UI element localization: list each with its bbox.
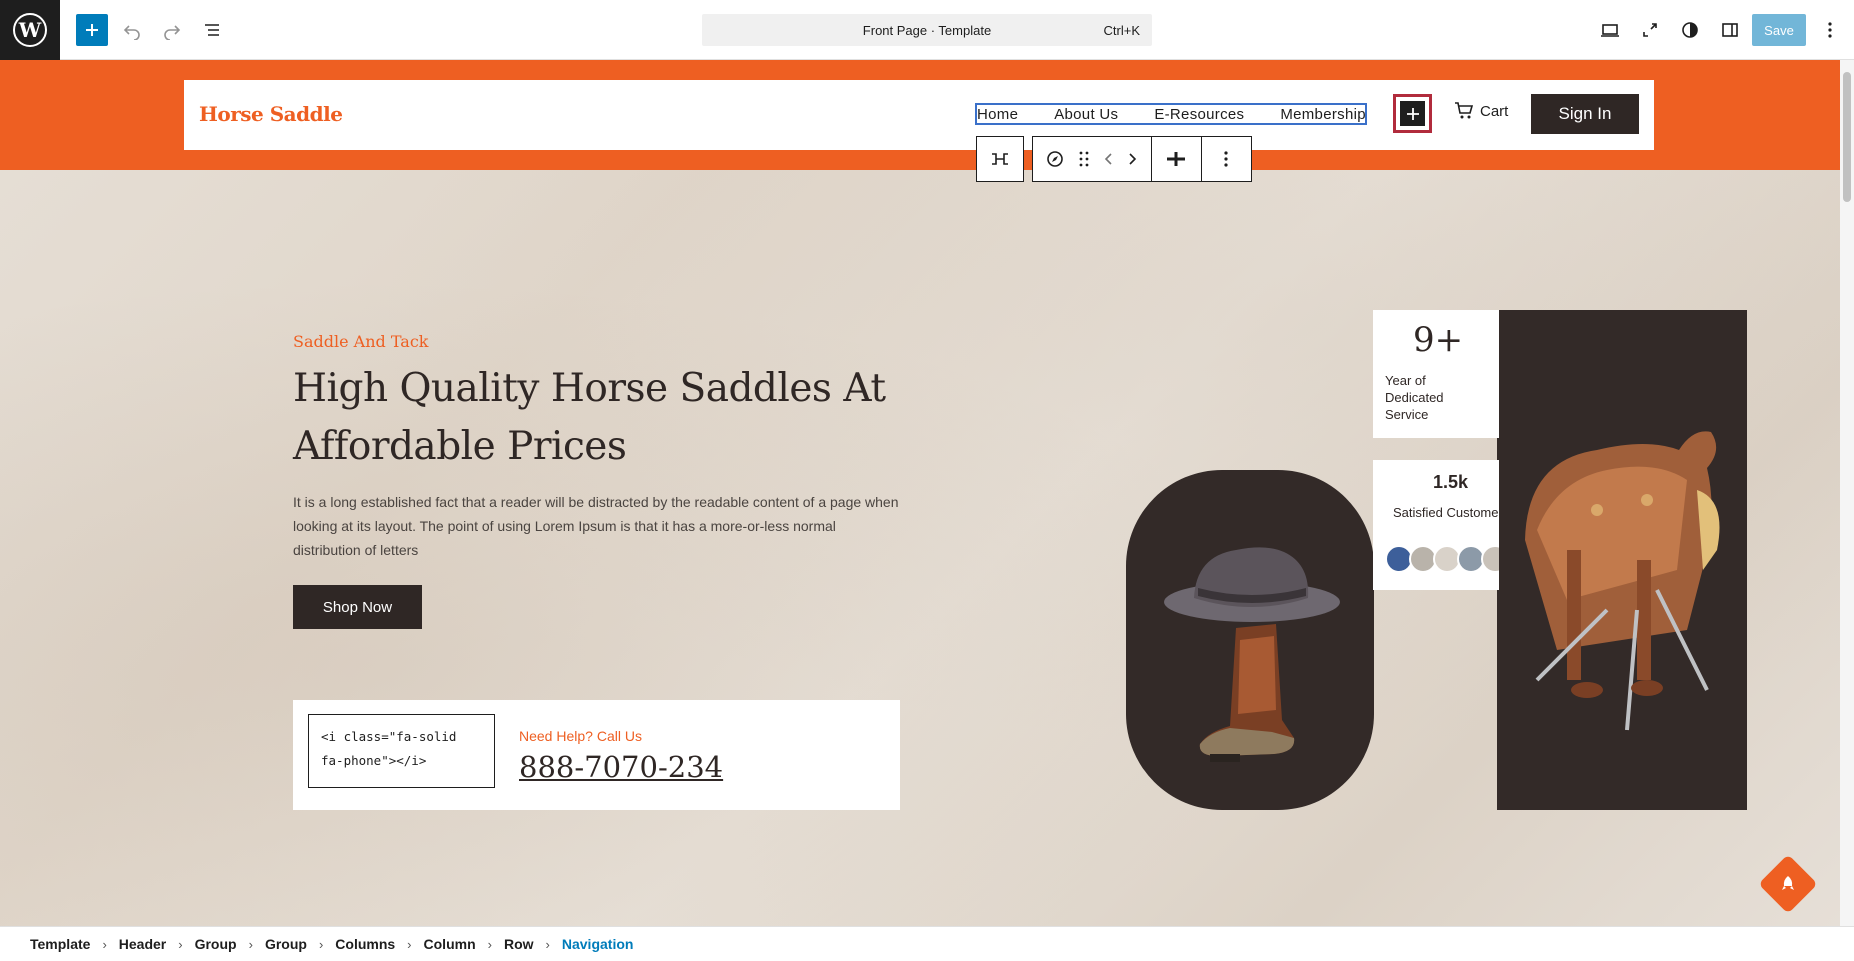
hat-boot-image[interactable] <box>1126 470 1374 810</box>
chevron-right-icon: › <box>178 936 183 952</box>
breadcrumb-group[interactable]: Group <box>195 936 237 952</box>
breadcrumb-columns[interactable]: Columns <box>335 936 395 952</box>
customers-stat-card[interactable]: 1.5k Satisfied Customers <box>1373 460 1499 590</box>
help-card[interactable]: <i class="fa-solid fa-phone"></i> Need H… <box>293 700 900 810</box>
breadcrumb-header[interactable]: Header <box>119 936 166 952</box>
sidebar-icon <box>1722 23 1738 37</box>
help-label[interactable]: Need Help? Call Us <box>519 728 642 744</box>
block-parent-toolbar[interactable] <box>976 136 1024 182</box>
plus-icon <box>1400 101 1425 126</box>
years-label[interactable]: Year of Dedicated Service <box>1385 372 1475 423</box>
nav-item-e-resources[interactable]: E-Resources <box>1154 106 1244 123</box>
block-breadcrumb: Template › Header › Group › Group › Colu… <box>0 926 1854 961</box>
fullscreen-button[interactable] <box>1634 14 1666 46</box>
canvas-scrollbar[interactable] <box>1840 60 1854 926</box>
chevron-right-icon: › <box>318 936 324 952</box>
list-view-icon <box>205 24 219 36</box>
options-menu-button[interactable] <box>1814 14 1846 46</box>
nav-item-about[interactable]: About Us <box>1054 106 1118 123</box>
sign-in-button[interactable]: Sign In <box>1531 94 1639 134</box>
cowboy-hat-boot-illustration <box>1164 547 1340 762</box>
saddle-illustration <box>1525 431 1720 731</box>
breadcrumb-column[interactable]: Column <box>424 936 476 952</box>
command-palette-bar[interactable]: Front Page · Template Ctrl+K <box>702 14 1152 46</box>
chevron-right-icon: › <box>102 936 107 952</box>
redo-button[interactable] <box>156 14 188 46</box>
cart-label: Cart <box>1480 102 1509 120</box>
breadcrumb-template[interactable]: Template <box>30 936 90 952</box>
navigation-block-icon <box>992 153 1008 165</box>
save-button[interactable]: Save <box>1752 14 1806 46</box>
undo-icon <box>123 25 140 40</box>
fullscreen-icon <box>1643 23 1657 37</box>
editor-canvas[interactable]: Horse Saddle Home About Us E-Resources M… <box>0 60 1840 926</box>
compass-icon[interactable] <box>1046 150 1064 168</box>
shop-now-button[interactable]: Shop Now <box>293 585 422 629</box>
years-value[interactable]: 9+ <box>1413 320 1463 360</box>
block-mover[interactable] <box>1033 137 1152 181</box>
contrast-icon <box>1682 22 1698 38</box>
years-stat-card[interactable]: 9+ Year of Dedicated Service <box>1373 310 1499 438</box>
hero-description[interactable]: It is a long established fact that a rea… <box>293 490 903 562</box>
select-parent-button[interactable] <box>977 137 1023 181</box>
avatar <box>1481 545 1499 573</box>
scroll-top-button[interactable] <box>1758 854 1818 914</box>
customer-avatars <box>1385 545 1499 573</box>
breadcrumb-group-inner[interactable]: Group <box>265 936 307 952</box>
svg-text:W: W <box>18 18 42 42</box>
cart-icon <box>1455 102 1474 119</box>
customers-label[interactable]: Satisfied Customers <box>1393 505 1499 520</box>
hero-headline[interactable]: High Quality Horse Saddles At Affordable… <box>293 360 913 476</box>
breadcrumb-row[interactable]: Row <box>504 936 534 952</box>
chevron-right-icon[interactable] <box>1128 152 1138 166</box>
justify-space-between-icon <box>1167 152 1186 166</box>
redo-icon <box>164 25 181 40</box>
chevron-left-icon[interactable] <box>1103 152 1113 166</box>
nav-item-membership[interactable]: Membership <box>1280 106 1366 123</box>
chevron-right-icon: › <box>545 936 550 952</box>
rocket-icon <box>1782 876 1794 890</box>
chevron-right-icon: › <box>407 936 412 952</box>
plus-icon <box>86 24 98 36</box>
wordpress-logo-icon[interactable]: W <box>0 0 60 60</box>
justify-button[interactable] <box>1152 137 1202 181</box>
template-title: Front Page · Template <box>862 22 992 38</box>
styles-button[interactable] <box>1674 14 1706 46</box>
desktop-icon <box>1601 24 1619 37</box>
hero-eyebrow[interactable]: Saddle And Tack <box>293 332 428 351</box>
view-desktop-button[interactable] <box>1594 14 1626 46</box>
block-inserter-button[interactable] <box>76 14 108 46</box>
shortcut-hint: Ctrl+K <box>1103 22 1140 38</box>
more-vertical-icon <box>1224 151 1228 167</box>
add-nav-item-button[interactable] <box>1393 94 1432 133</box>
chevron-right-icon: › <box>248 936 253 952</box>
navigation-block[interactable]: Home About Us E-Resources Membership <box>975 103 1367 125</box>
drag-handle-icon[interactable] <box>1079 151 1089 167</box>
scrollbar-thumb[interactable] <box>1843 72 1851 202</box>
undo-button[interactable] <box>116 14 148 46</box>
saddle-image[interactable] <box>1497 310 1747 810</box>
editor-top-bar: W Front Page · Template Ctrl+K Save <box>0 0 1854 60</box>
block-toolbar[interactable] <box>1032 136 1252 182</box>
document-overview-button[interactable] <box>196 14 228 46</box>
site-header[interactable]: Horse Saddle Home About Us E-Resources M… <box>184 80 1654 150</box>
breadcrumb-navigation[interactable]: Navigation <box>562 936 634 952</box>
nav-item-home[interactable]: Home <box>977 106 1018 123</box>
site-title[interactable]: Horse Saddle <box>199 102 343 126</box>
customers-value[interactable]: 1.5k <box>1433 472 1468 493</box>
phone-icon-code[interactable]: <i class="fa-solid fa-phone"></i> <box>308 714 495 788</box>
settings-sidebar-button[interactable] <box>1714 14 1746 46</box>
chevron-right-icon: › <box>487 936 492 952</box>
help-phone-number[interactable]: 888-7070-234 <box>519 750 723 784</box>
more-vertical-icon <box>1828 22 1832 38</box>
cart-link[interactable]: Cart <box>1454 102 1508 120</box>
block-options-button[interactable] <box>1202 137 1252 181</box>
